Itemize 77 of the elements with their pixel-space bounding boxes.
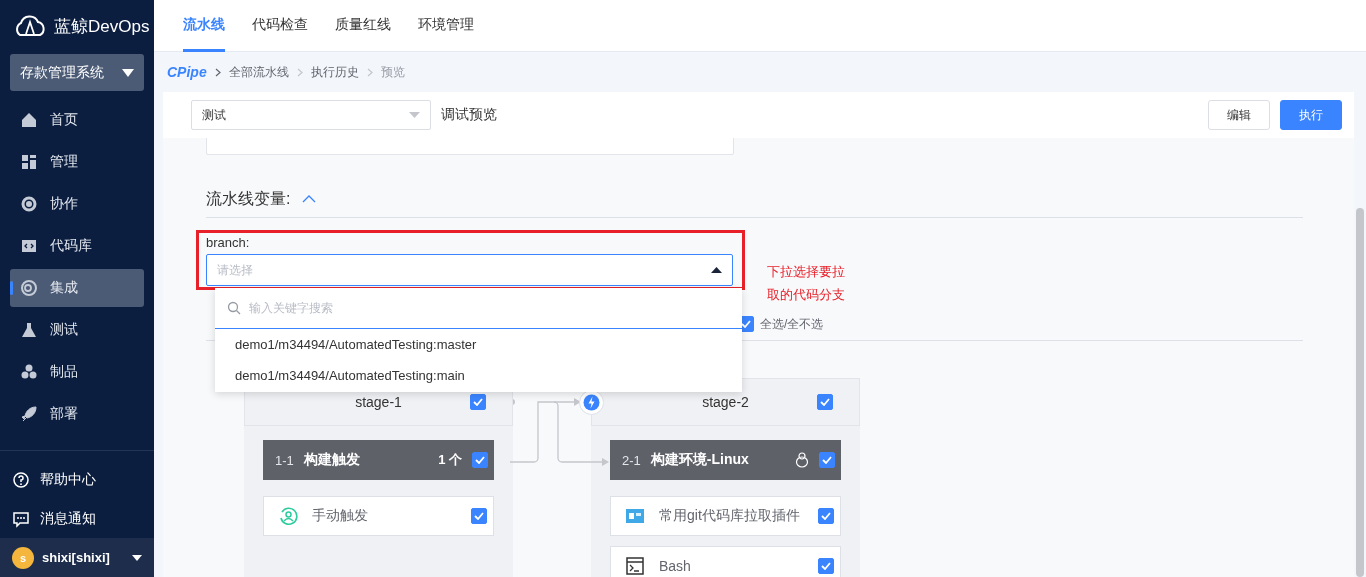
- checkbox[interactable]: [819, 452, 835, 468]
- sidebar-link[interactable]: 帮助中心: [0, 461, 154, 499]
- project-selector[interactable]: 存款管理系统: [10, 54, 144, 91]
- sidebar-item[interactable]: 部署: [10, 395, 144, 433]
- penguin-icon: [795, 452, 809, 468]
- pipeline-select[interactable]: 测试: [191, 100, 431, 130]
- user-refresh-icon: [278, 506, 298, 526]
- help-icon: [12, 471, 30, 489]
- sidebar-item[interactable]: 管理: [10, 143, 144, 181]
- stage-name: stage-1: [355, 394, 402, 410]
- brand-name: 蓝鲸DevOps: [54, 15, 150, 38]
- check-icon: [475, 456, 485, 464]
- nav-tab[interactable]: 质量红线: [335, 0, 391, 52]
- run-button[interactable]: 执行: [1280, 100, 1342, 130]
- menu-item-icon: [20, 237, 38, 255]
- field-label: branch:: [206, 235, 251, 250]
- dropdown-option[interactable]: demo1/m34494/AutomatedTesting:master: [215, 329, 742, 360]
- message-icon: [12, 510, 30, 528]
- sidebar-item[interactable]: 制品: [10, 353, 144, 391]
- task-card[interactable]: Bash: [610, 546, 841, 577]
- menu-item-icon: [20, 153, 38, 171]
- chevron-icon: [296, 67, 303, 77]
- check-icon: [820, 398, 830, 406]
- caret-icon: [409, 112, 420, 118]
- sidebar-item[interactable]: 协作: [10, 185, 144, 223]
- edit-button[interactable]: 编辑: [1208, 100, 1270, 130]
- check-icon: [821, 512, 831, 520]
- breadcrumb-link[interactable]: 执行历史: [310, 63, 359, 81]
- dropdown-option[interactable]: demo1/m34494/AutomatedTesting:main: [215, 360, 742, 391]
- chevron-icon[interactable]: [302, 195, 317, 203]
- nav-tab[interactable]: 环境管理: [418, 0, 474, 52]
- breadcrumb-link[interactable]: 全部流水线: [228, 63, 289, 81]
- cpipe-logo: CPipe: [167, 64, 207, 80]
- sidebar-item[interactable]: 集成: [10, 269, 144, 307]
- annotation-text: 下拉选择要拉取的代码分支: [767, 263, 846, 304]
- checkbox[interactable]: [818, 558, 834, 574]
- caret-icon: [711, 267, 722, 273]
- sidebar-item[interactable]: 首页: [10, 101, 144, 139]
- user-avatar: s: [12, 546, 34, 569]
- scrollbar-thumb[interactable]: [1356, 208, 1364, 577]
- section-title: 流水线变量:: [206, 188, 291, 209]
- plugin-icon: [625, 506, 645, 526]
- check-icon: [741, 320, 751, 328]
- stage-name: stage-2: [702, 394, 749, 410]
- check-icon: [473, 398, 483, 406]
- chevron-icon: [366, 67, 373, 77]
- nav-tab[interactable]: 流水线: [183, 0, 225, 52]
- task-card[interactable]: 手动触发: [263, 496, 494, 536]
- checkbox[interactable]: [472, 452, 488, 468]
- job-header[interactable]: 2-1 构建环境-Linux: [610, 440, 841, 480]
- chevron-icon: [214, 67, 221, 77]
- checkbox[interactable]: [471, 508, 487, 524]
- menu-item-icon: [20, 405, 38, 423]
- sidebar-link[interactable]: 消息通知: [0, 500, 154, 538]
- checkbox[interactable]: [470, 394, 486, 410]
- check-icon: [821, 562, 831, 570]
- caret-icon: [132, 554, 142, 561]
- mode-label: 调试预览: [441, 106, 497, 124]
- job-header[interactable]: 1-1 构建触发 1 个: [263, 440, 494, 480]
- check-icon: [474, 512, 484, 520]
- nav-tab[interactable]: 代码检查: [252, 0, 308, 52]
- menu-item-icon: [20, 195, 38, 213]
- user-menu[interactable]: s shixi[shixi]: [0, 538, 154, 577]
- sidebar-item[interactable]: 代码库: [10, 227, 144, 265]
- sidebar-item[interactable]: 测试: [10, 311, 144, 349]
- menu-item-icon: [20, 363, 38, 381]
- caret-icon: [122, 68, 134, 77]
- check-icon: [822, 456, 832, 464]
- checkbox[interactable]: [817, 394, 833, 410]
- menu-item-icon: [20, 321, 38, 339]
- menu-item-icon: [20, 111, 38, 129]
- task-card[interactable]: 常用git代码库拉取插件: [610, 496, 841, 536]
- search-icon: [227, 301, 241, 315]
- menu-item-icon: [20, 279, 38, 297]
- terminal-icon: [625, 556, 645, 576]
- checkbox[interactable]: [818, 508, 834, 524]
- select-all-label: 全选/全不选: [760, 315, 824, 333]
